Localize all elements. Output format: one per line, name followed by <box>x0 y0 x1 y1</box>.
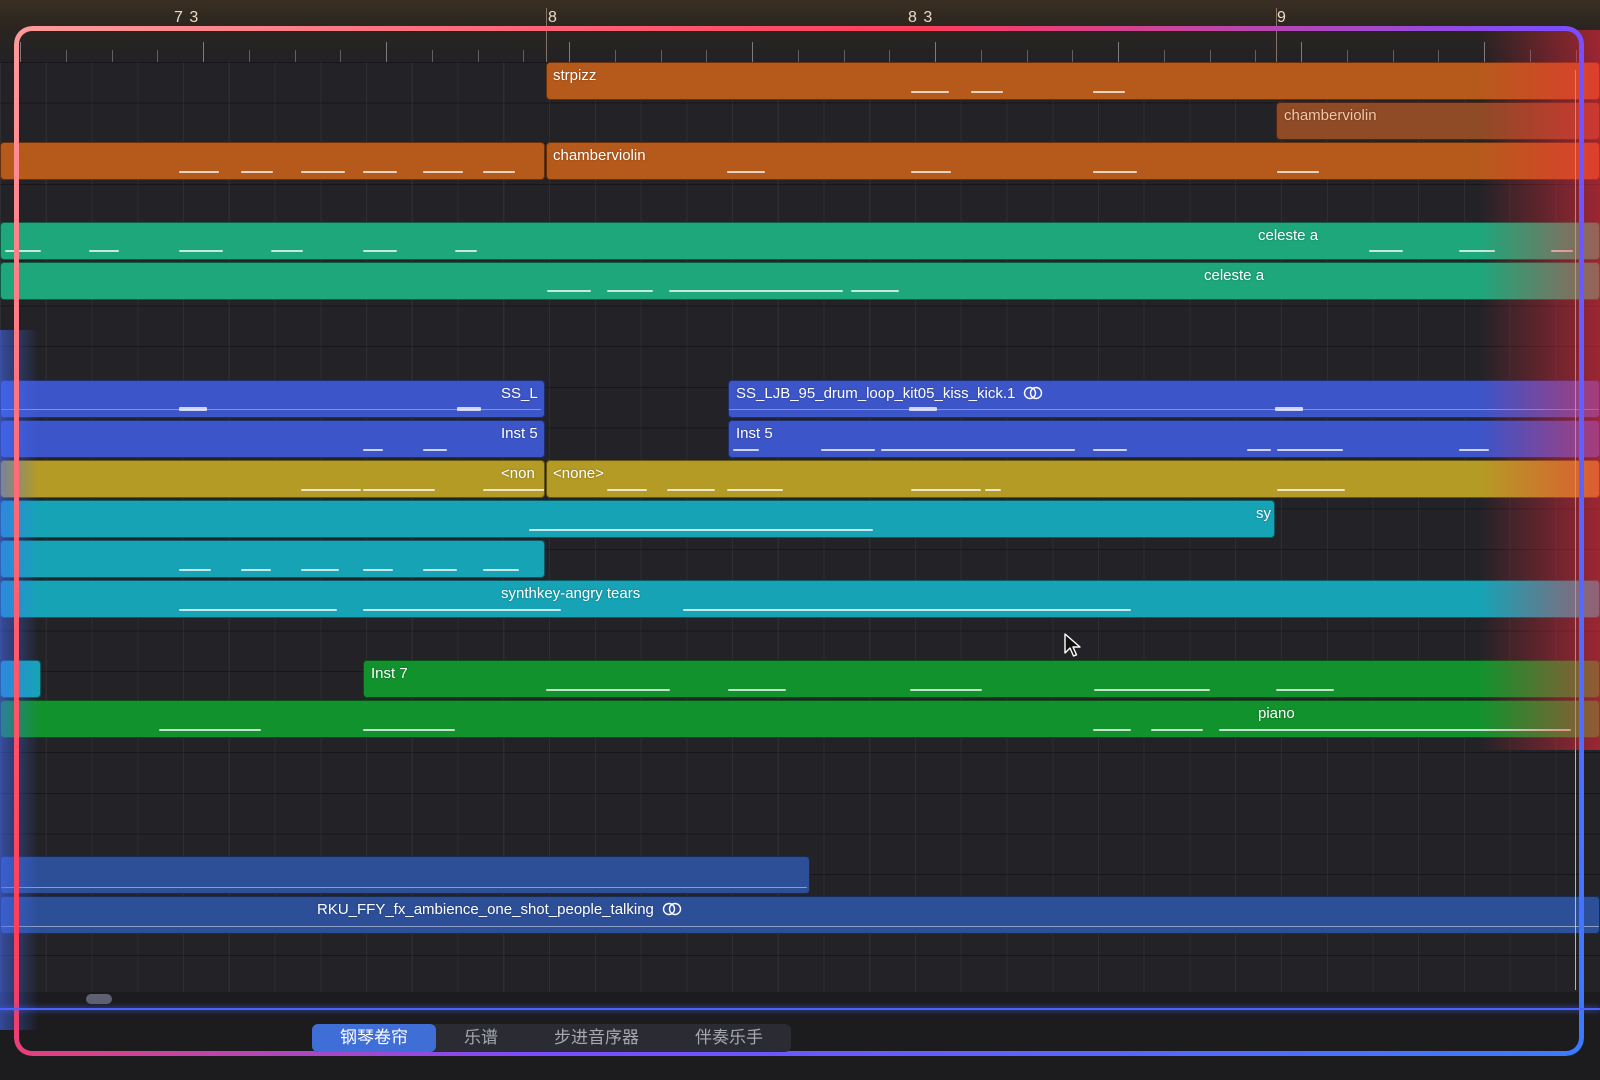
ruler-tick <box>752 42 753 62</box>
region-strpizz[interactable]: strpizz <box>546 62 1600 100</box>
region-cyan[interactable] <box>0 660 41 698</box>
editor-tab-bar: 钢琴卷帘 乐谱 步进音序器 伴奏乐手 <box>312 1024 791 1052</box>
region-label: SS_LJB_95_drum_loop_kit05_kiss_kick.1 <box>736 385 1043 402</box>
ruler-tick <box>157 50 159 62</box>
region-label: <none> <box>553 465 604 482</box>
horizontal-scrollbar[interactable] <box>86 994 112 1004</box>
region-label: chamberviolin <box>553 147 646 164</box>
region-cyan[interactable] <box>0 540 545 578</box>
ruler-tick <box>248 50 250 62</box>
tab-score[interactable]: 乐谱 <box>436 1024 526 1052</box>
region-drum-loop[interactable]: SS_LJB_95_drum_loop_kit05_kiss_kick.1 <box>728 380 1600 418</box>
ruler-tick <box>1209 50 1211 62</box>
ruler-tick <box>1026 50 1028 62</box>
region-label: celeste a <box>1258 227 1319 244</box>
ruler-tick <box>1529 50 1531 62</box>
ruler-tick <box>111 50 113 62</box>
stereo-link-icon <box>1024 386 1043 400</box>
ruler-tick <box>1301 42 1302 62</box>
region-inst7[interactable]: Inst 7 <box>363 660 1600 698</box>
region-label: synthkey-angry tears <box>501 585 641 602</box>
ruler-tick <box>660 50 662 62</box>
ruler-tick <box>980 50 982 62</box>
tab-step-sequencer[interactable]: 步进音序器 <box>526 1024 667 1052</box>
region-label: Inst 5 <box>736 425 773 442</box>
region-chamberviolin[interactable]: chamberviolin <box>1276 102 1600 140</box>
region-piano[interactable]: piano <box>0 700 1600 738</box>
bar-marker: 8 <box>548 9 558 26</box>
region-celeste[interactable]: celeste a <box>0 262 1600 300</box>
region-inst5[interactable]: Inst 5 <box>728 420 1600 458</box>
region-label: piano <box>1258 705 1295 722</box>
ruler-tick <box>1575 50 1577 62</box>
ruler-tick <box>843 50 845 62</box>
ruler-tick <box>477 50 479 62</box>
region-sy[interactable]: sy <box>0 500 1275 538</box>
ruler-tick <box>569 42 570 62</box>
ruler-tick <box>20 42 21 62</box>
ruler-tick <box>935 42 936 62</box>
region-label: celeste a <box>1204 267 1265 284</box>
ruler-tick <box>706 50 708 62</box>
ruler-tick <box>1392 50 1394 62</box>
playhead-line[interactable] <box>1575 70 1576 990</box>
bar-marker: 7 3 <box>174 9 200 26</box>
tracks-area[interactable]: strpizz chamberviolin chamberviolin cele… <box>0 62 1600 992</box>
mouse-pointer-icon <box>1064 633 1081 657</box>
region-ambience[interactable]: RKU_FFY_fx_ambience_one_shot_people_talk… <box>0 896 1600 934</box>
region-label: chamberviolin <box>1284 107 1377 124</box>
region-audio[interactable] <box>0 856 810 894</box>
timeline-ruler[interactable]: 7 3 8 8 3 9 <box>0 0 1600 63</box>
region-label: SS_L <box>501 385 538 402</box>
ruler-tick <box>340 50 342 62</box>
ruler-tick <box>1438 50 1440 62</box>
region-none[interactable]: <none> <box>546 460 1600 498</box>
ruler-tick <box>1255 50 1257 62</box>
divider <box>0 1008 1600 1010</box>
ruler-tick <box>797 50 799 62</box>
ruler-tick <box>889 50 891 62</box>
region-label: Inst 7 <box>371 665 408 682</box>
ruler-tick <box>65 50 67 62</box>
ruler-tick <box>1072 50 1074 62</box>
ruler-tick <box>294 50 296 62</box>
bar-marker: 9 <box>1277 9 1287 26</box>
region-label: RKU_FFY_fx_ambience_one_shot_people_talk… <box>317 901 682 918</box>
ruler-tick <box>1118 42 1119 62</box>
ruler-tick <box>1346 50 1348 62</box>
region-ss-l[interactable]: SS_L <box>0 380 545 418</box>
bar-line <box>546 8 547 62</box>
region-orange[interactable] <box>0 142 545 180</box>
region-none[interactable]: <non <box>0 460 545 498</box>
tab-piano-roll[interactable]: 钢琴卷帘 <box>312 1024 436 1052</box>
ruler-tick <box>614 50 616 62</box>
bar-marker: 8 3 <box>908 9 934 26</box>
ruler-tick <box>386 42 387 62</box>
ruler-tick <box>203 42 204 62</box>
ruler-tick <box>1163 50 1165 62</box>
region-label: sy <box>1256 505 1271 522</box>
ruler-tick <box>523 50 525 62</box>
region-label: strpizz <box>553 67 597 84</box>
region-label: Inst 5 <box>501 425 538 442</box>
region-synthkey-angry-tears[interactable]: synthkey-angry tears <box>0 580 1600 618</box>
region-inst5[interactable]: Inst 5 <box>0 420 545 458</box>
ruler-tick <box>431 50 433 62</box>
region-chamberviolin[interactable]: chamberviolin <box>546 142 1600 180</box>
stereo-link-icon <box>662 902 682 916</box>
ruler-tick <box>1484 42 1485 62</box>
region-label: <non <box>501 465 535 482</box>
region-celeste[interactable]: celeste a <box>0 222 1600 260</box>
tab-session-player[interactable]: 伴奏乐手 <box>667 1024 791 1052</box>
